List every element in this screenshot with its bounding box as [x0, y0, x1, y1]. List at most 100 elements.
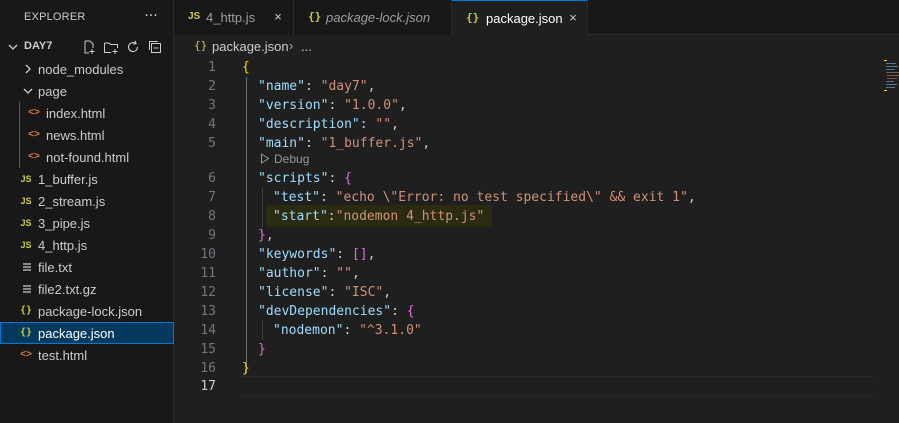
- tree-item-file2-txt-gz[interactable]: file2.txt.gz: [0, 278, 174, 300]
- tree-item-label: news.html: [46, 128, 105, 143]
- minimap-line: [886, 63, 896, 64]
- indent-guide: [246, 77, 247, 373]
- js-file-icon: JS: [188, 11, 201, 22]
- tab-4-http-js[interactable]: JS 4_http.js ×: [174, 0, 294, 35]
- collapse-all-icon[interactable]: [146, 37, 164, 57]
- tree-item-4-http-js[interactable]: JS 4_http.js: [0, 234, 174, 256]
- line-number-current: 17: [200, 379, 216, 394]
- tree-item-node-modules[interactable]: node_modules: [0, 58, 174, 80]
- line-number: 12: [200, 285, 216, 300]
- folder-header-day7[interactable]: DAY7: [0, 36, 174, 58]
- tree-item-package-json[interactable]: {} package.json: [0, 322, 174, 344]
- tree-item-news-html[interactable]: <> news.html: [0, 124, 174, 146]
- debug-codelens[interactable]: Debug: [260, 152, 309, 166]
- line-number: 6: [208, 171, 216, 186]
- explorer-title: EXPLORER: [24, 11, 86, 23]
- code-line-16: }: [242, 361, 250, 376]
- code-line-8: "start":"nodemon 4_http.js": [273, 209, 485, 224]
- tree-item-not-found-html[interactable]: <> not-found.html: [0, 146, 174, 168]
- tab-label: package.json: [486, 11, 563, 26]
- close-icon[interactable]: ×: [270, 9, 286, 25]
- new-file-icon[interactable]: [80, 37, 98, 57]
- code-line-1: {: [242, 60, 250, 75]
- minimap-line: [887, 75, 899, 76]
- line-number: 15: [200, 342, 216, 357]
- line-number: 4: [208, 117, 216, 132]
- tree-item-label: 3_pipe.js: [38, 216, 91, 231]
- html-file-icon: <>: [28, 107, 40, 118]
- js-file-icon: JS: [20, 240, 32, 250]
- code-line-3: "version": "1.0.0",: [258, 98, 407, 113]
- tree-item-index-html[interactable]: <> index.html: [0, 102, 174, 124]
- folder-actions: [80, 37, 164, 57]
- chevron-down-icon: [8, 44, 18, 50]
- explorer-sidebar: EXPLORER ··· DAY7 node_modules page <> i…: [0, 0, 174, 423]
- folder-name: DAY7: [24, 40, 53, 52]
- chevron-down-icon: [23, 88, 33, 94]
- minimap-line: [886, 84, 897, 85]
- code-line-14: "nodemon": "^3.1.0": [273, 323, 422, 338]
- code-line-12: "license": "ISC",: [258, 285, 392, 300]
- tree-item-1-buffer-js[interactable]: JS 1_buffer.js: [0, 168, 174, 190]
- line-number: 14: [200, 323, 216, 338]
- tab-package-json[interactable]: {} package.json ×: [452, 0, 588, 36]
- json-file-icon: {}: [19, 305, 33, 316]
- html-file-icon: <>: [28, 129, 40, 140]
- tree-item-test-html[interactable]: <> test.html: [0, 344, 174, 366]
- code-line-11: "author": "",: [258, 266, 360, 281]
- ellipsis-icon[interactable]: ···: [141, 6, 161, 26]
- tab-package-lock-json[interactable]: {} package-lock.json: [294, 0, 452, 35]
- html-file-icon: <>: [28, 151, 40, 162]
- code-line-4: "description": "",: [258, 117, 399, 132]
- breadcrumb-separator: ›: [289, 38, 294, 53]
- json-file-icon: {}: [308, 10, 322, 23]
- line-number: 10: [200, 247, 216, 262]
- minimap-line: [886, 72, 899, 73]
- refresh-icon[interactable]: [124, 37, 142, 57]
- codelens-label: Debug: [274, 152, 310, 166]
- new-folder-icon[interactable]: [102, 37, 120, 57]
- minimap[interactable]: [884, 58, 899, 98]
- tree-item-2-stream-js[interactable]: JS 2_stream.js: [0, 190, 174, 212]
- indent-guide: [262, 320, 263, 340]
- code-line-13: "devDependencies": {: [258, 304, 415, 319]
- breadcrumb-more[interactable]: ...: [301, 39, 312, 54]
- tree-item-label: not-found.html: [46, 150, 130, 165]
- line-number: 1: [208, 60, 216, 75]
- minimap-line: [884, 60, 887, 61]
- chevron-right-icon: [25, 64, 31, 74]
- code-editor[interactable]: 1 2 3 4 5 6 7 8 9 10 11 12 13 14 15 16 1…: [174, 58, 899, 423]
- code-line-9: },: [258, 228, 274, 243]
- json-file-icon: {}: [466, 11, 480, 24]
- line-number: 3: [208, 98, 216, 113]
- close-icon[interactable]: ×: [565, 10, 581, 26]
- js-file-icon: JS: [20, 196, 32, 206]
- indent-guide: [262, 188, 263, 228]
- js-file-icon: JS: [20, 174, 32, 184]
- tree-item-label: index.html: [46, 106, 106, 121]
- tree-item-package-lock-json[interactable]: {} package-lock.json: [0, 300, 174, 322]
- line-number: 2: [208, 79, 216, 94]
- tree-item-page[interactable]: page: [0, 80, 174, 102]
- tree-item-label: node_modules: [38, 62, 124, 77]
- minimap-line: [886, 66, 898, 67]
- current-line-highlight: [242, 376, 876, 396]
- json-file-icon: {}: [19, 327, 33, 338]
- line-number: 7: [208, 190, 216, 205]
- tree-item-3-pipe-js[interactable]: JS 3_pipe.js: [0, 212, 174, 234]
- tree-item-label: file.txt: [38, 260, 72, 275]
- json-file-icon: {}: [194, 39, 208, 52]
- text-file-icon: [23, 263, 31, 271]
- html-file-icon: <>: [20, 349, 32, 360]
- minimap-line: [886, 69, 895, 70]
- tree-item-label: test.html: [38, 348, 88, 363]
- tree-item-label: file2.txt.gz: [38, 282, 97, 297]
- line-number: 5: [208, 136, 216, 151]
- tab-label: 4_http.js: [206, 10, 256, 25]
- tree-item-file-txt[interactable]: file.txt: [0, 256, 174, 278]
- code-line-5: "main": "1_buffer.js",: [258, 136, 431, 151]
- line-number: 8: [208, 209, 216, 224]
- minimap-line: [886, 81, 894, 82]
- editor-tab-bar: JS 4_http.js × {} package-lock.json {} p…: [174, 0, 899, 36]
- breadcrumb-file[interactable]: package.json: [212, 39, 289, 54]
